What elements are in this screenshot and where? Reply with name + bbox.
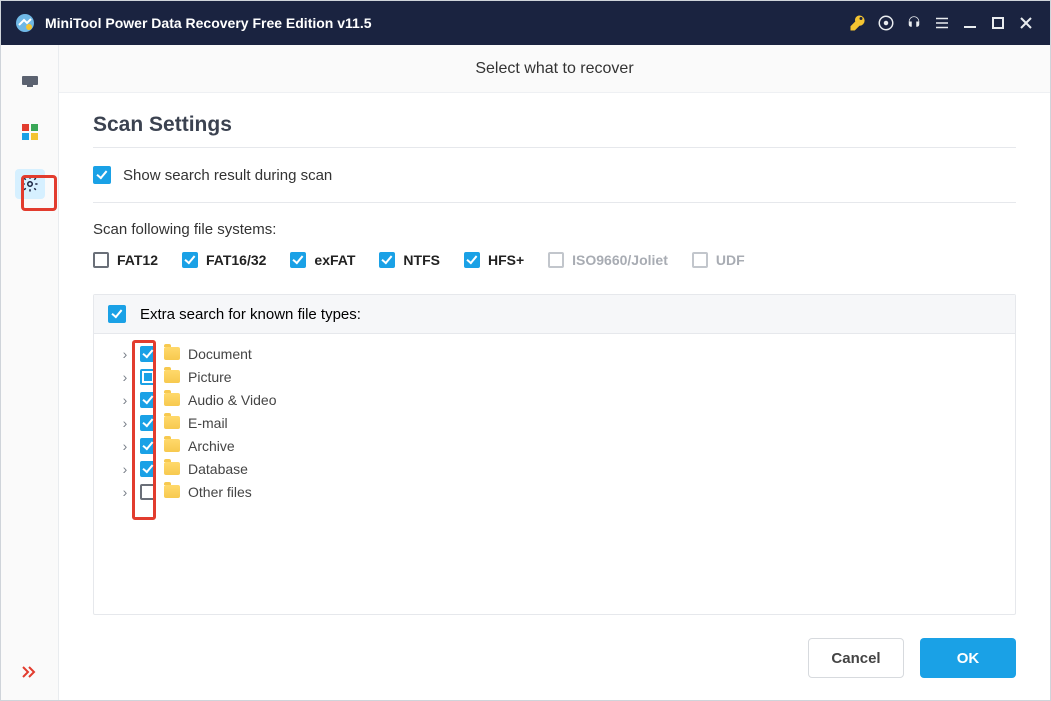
expand-icon[interactable]: › (118, 438, 132, 454)
fs-label-text: FAT16/32 (206, 252, 266, 268)
expand-sidebar-icon[interactable] (21, 665, 39, 684)
license-key-icon[interactable] (844, 9, 872, 37)
expand-icon[interactable]: › (118, 369, 132, 385)
folder-icon (164, 347, 180, 360)
fs-option-hfs[interactable]: HFS+ (464, 252, 524, 268)
sidebar (1, 45, 59, 700)
filetype-checkbox[interactable] (140, 369, 156, 385)
filetype-label: Picture (188, 369, 232, 385)
fs-label-text: NTFS (403, 252, 440, 268)
fs-label-text: UDF (716, 252, 745, 268)
expand-icon[interactable]: › (118, 392, 132, 408)
expand-icon[interactable]: › (118, 461, 132, 477)
filesystem-row: FAT12 FAT16/32 exFAT NTFS HFS+ ISO9660/Joliet… (93, 252, 1016, 268)
fs-checkbox[interactable] (290, 252, 306, 268)
filetype-checkbox[interactable] (140, 415, 156, 431)
fs-label-text: FAT12 (117, 252, 158, 268)
filetype-row-e-mail: › E-mail (94, 411, 1015, 434)
filetype-label: Other files (188, 484, 252, 500)
extra-search-label: Extra search for known file types: (140, 306, 361, 323)
app-window: MiniTool Power Data Recovery Free Editio… (0, 0, 1051, 701)
filetype-row-other-files: › Other files (94, 480, 1015, 503)
folder-icon (164, 370, 180, 383)
show-results-row: Show search result during scan (93, 166, 1016, 184)
filetype-label: E-mail (188, 415, 228, 431)
fs-heading: Scan following file systems: (93, 221, 1016, 238)
fs-label-text: ISO9660/Joliet (572, 252, 668, 268)
filetype-row-database: › Database (94, 457, 1015, 480)
fs-label-text: HFS+ (488, 252, 524, 268)
filetype-tree: › Document › Picture › Audio & Video › E-mail › A… (94, 334, 1015, 614)
app-title: MiniTool Power Data Recovery Free Editio… (45, 15, 372, 31)
fs-label-text: exFAT (314, 252, 355, 268)
folder-icon (164, 462, 180, 475)
sidebar-item-dashboard[interactable] (15, 117, 45, 147)
expand-icon[interactable]: › (118, 415, 132, 431)
folder-icon (164, 439, 180, 452)
fs-checkbox[interactable] (182, 252, 198, 268)
filetype-label: Database (188, 461, 248, 477)
filetype-checkbox[interactable] (140, 484, 156, 500)
ok-button[interactable]: OK (920, 638, 1016, 678)
fs-option-fat12[interactable]: FAT12 (93, 252, 158, 268)
menu-icon[interactable] (928, 9, 956, 37)
filetype-checkbox[interactable] (140, 438, 156, 454)
filetype-row-audio-video: › Audio & Video (94, 388, 1015, 411)
show-results-checkbox[interactable] (93, 166, 111, 184)
filetype-checkbox[interactable] (140, 392, 156, 408)
section-heading: Scan Settings (93, 113, 1016, 137)
folder-icon (164, 485, 180, 498)
footer: Cancel OK (59, 628, 1050, 700)
folder-icon (164, 393, 180, 406)
cancel-button[interactable]: Cancel (808, 638, 904, 678)
fs-option-udf: UDF (692, 252, 745, 268)
extra-search-panel: Extra search for known file types: › Docu… (93, 294, 1016, 615)
extra-search-checkbox[interactable] (108, 305, 126, 323)
filetype-checkbox[interactable] (140, 461, 156, 477)
fs-option-iso9660joliet: ISO9660/Joliet (548, 252, 668, 268)
titlebar: MiniTool Power Data Recovery Free Editio… (1, 1, 1050, 45)
filetype-row-picture: › Picture (94, 365, 1015, 388)
app-logo-icon (15, 13, 35, 33)
filetype-row-archive: › Archive (94, 434, 1015, 457)
divider (93, 202, 1016, 203)
extra-search-header: Extra search for known file types: (94, 295, 1015, 334)
divider (93, 147, 1016, 148)
fs-checkbox[interactable] (379, 252, 395, 268)
show-results-label: Show search result during scan (123, 167, 332, 184)
close-button[interactable] (1012, 9, 1040, 37)
minimize-button[interactable] (956, 9, 984, 37)
fs-checkbox (692, 252, 708, 268)
filetype-label: Document (188, 346, 252, 362)
fs-option-ntfs[interactable]: NTFS (379, 252, 440, 268)
filetype-label: Audio & Video (188, 392, 276, 408)
fs-checkbox (548, 252, 564, 268)
fs-checkbox[interactable] (93, 252, 109, 268)
filetype-checkbox[interactable] (140, 346, 156, 362)
support-icon[interactable] (900, 9, 928, 37)
folder-icon (164, 416, 180, 429)
expand-icon[interactable]: › (118, 346, 132, 362)
main-panel: Select what to recover Scan Settings Sho… (59, 45, 1050, 700)
filetype-label: Archive (188, 438, 235, 454)
fs-checkbox[interactable] (464, 252, 480, 268)
expand-icon[interactable]: › (118, 484, 132, 500)
fs-option-exfat[interactable]: exFAT (290, 252, 355, 268)
fs-option-fat1632[interactable]: FAT16/32 (182, 252, 266, 268)
disc-icon[interactable] (872, 9, 900, 37)
page-title: Select what to recover (59, 45, 1050, 93)
sidebar-item-recover[interactable] (15, 65, 45, 95)
sidebar-item-settings[interactable] (15, 169, 45, 199)
filetype-row-document: › Document (94, 342, 1015, 365)
maximize-button[interactable] (984, 9, 1012, 37)
